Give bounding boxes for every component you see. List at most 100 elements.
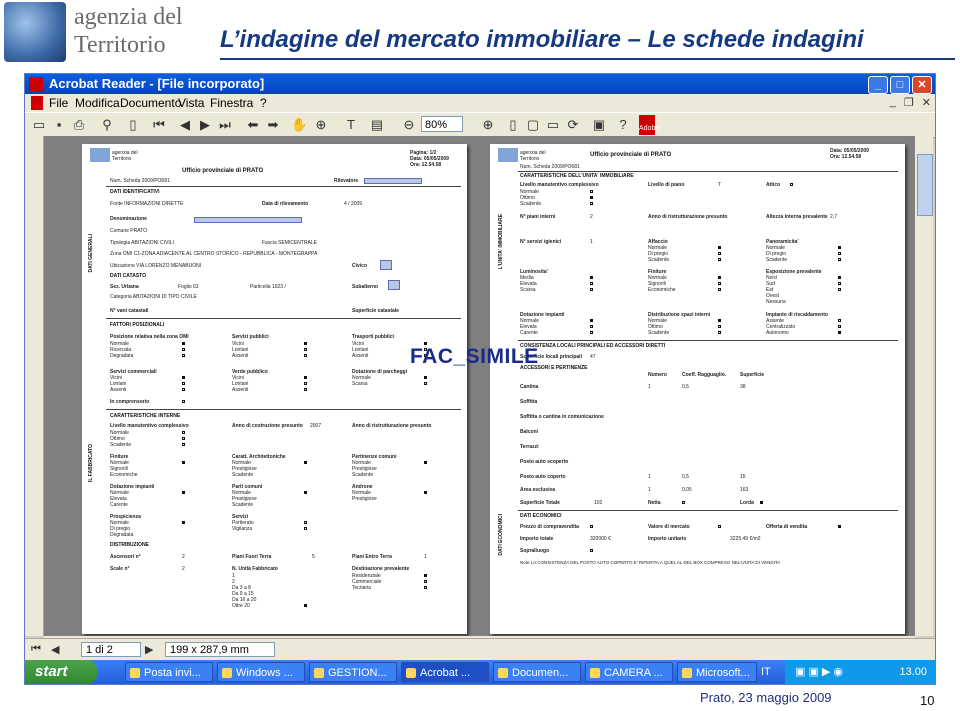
taskbar-item[interactable]: Documen... [493, 662, 581, 682]
zoom-in-icon[interactable]: ⊕ [480, 117, 496, 133]
text-select-icon[interactable]: T [343, 117, 359, 133]
prev-page-icon[interactable]: ◀ [177, 117, 193, 133]
zoom-out-icon[interactable]: ⊖ [401, 117, 417, 133]
slide-title: L’indagine del mercato immobiliare – Le … [220, 26, 864, 53]
checkbox [424, 580, 427, 583]
checkbox [182, 443, 185, 446]
p1-servizi-pubblici: Servizi pubblici [232, 334, 269, 340]
maximize-button[interactable]: □ [890, 76, 910, 94]
taskbar-item[interactable]: CAMERA ... [585, 662, 673, 682]
taskbar-item[interactable]: Posta invi... [125, 662, 213, 682]
denominazione-field [194, 217, 302, 223]
checkbox-checked [718, 246, 721, 249]
prev-page-button[interactable]: ◀ [51, 643, 59, 656]
go-back-icon[interactable]: ⬅ [245, 117, 261, 133]
tray-icons[interactable]: ▣ ▣ ▶ ◉ [795, 660, 843, 684]
rotate-icon[interactable]: ⟳ [565, 117, 581, 133]
p1-num-scheda: Num. Scheda 2009/PO681 [110, 178, 170, 184]
p2-sopralluogo: Sopralluogo [520, 548, 550, 554]
checkbox [718, 252, 721, 255]
checkbox [182, 400, 185, 403]
checkbox-checked [760, 501, 763, 504]
doc-minimize-icon[interactable]: _ [890, 96, 896, 109]
checkbox [182, 388, 185, 391]
go-forward-icon[interactable]: ➡ [265, 117, 281, 133]
p1-ora: Ora: 12.54.58 [410, 162, 442, 168]
print-icon[interactable]: ⎙ [71, 117, 87, 133]
p2-importo-unitario: Importo unitario [648, 536, 687, 542]
checkbox-checked [424, 574, 427, 577]
save-icon[interactable]: ▪ [51, 117, 67, 133]
tools-icon[interactable]: ▣ [591, 117, 607, 133]
p1-anno-costr-val: 2007 [310, 423, 322, 429]
minimize-button[interactable]: _ [868, 76, 888, 94]
p1-fattori: FATTORI POSIZIONALI [110, 322, 165, 328]
window-titlebar[interactable]: Acrobat Reader - [File incorporato] _ □ … [25, 74, 935, 94]
checkbox [424, 382, 427, 385]
taskbar-item[interactable]: GESTION... [309, 662, 397, 682]
p1-side-fabbricato: IL FABBRICATO [88, 444, 94, 483]
menu-documento[interactable]: Documento [120, 96, 181, 110]
vertical-scrollbar[interactable] [915, 136, 933, 636]
language-indicator[interactable]: IT [761, 660, 771, 684]
first-page-icon[interactable]: ⏮ [151, 117, 167, 133]
slide-number: 10 [920, 693, 935, 708]
p2-prezzo: Prezzo di compravendita [520, 524, 579, 530]
p1-piani-fuori-terra-val: 5 [312, 554, 315, 560]
rule [106, 409, 461, 410]
zoom-field[interactable]: 80% [421, 116, 463, 132]
last-page-icon[interactable]: ⏭ [217, 117, 233, 133]
p2-col-numero: Numero [648, 372, 667, 378]
p1-dati-identificativi: DATI IDENTIFICATIVI [110, 189, 160, 195]
opt: Carente [520, 330, 538, 336]
open-icon[interactable]: ▭ [31, 117, 47, 133]
doc-restore-icon[interactable]: ❐ [904, 96, 914, 109]
p2-piani-interni-val: 2 [590, 214, 593, 220]
scroll-thumb[interactable] [917, 154, 933, 216]
next-page-icon[interactable]: ▶ [197, 117, 213, 133]
bookmarks-tab[interactable] [25, 136, 44, 636]
p1-sez-urbana: Sez. Urbana [110, 284, 139, 290]
p1-dati-catasto: DATI CATASTO [110, 273, 147, 279]
hand-tool-icon[interactable]: ✋ [291, 117, 307, 133]
menu-help[interactable]: ? [260, 96, 267, 110]
checkbox-checked [304, 604, 307, 607]
checkbox [304, 348, 307, 351]
zoom-tool-icon[interactable]: ⊕ [313, 117, 329, 133]
taskbar-item[interactable]: Microsoft... [677, 662, 757, 682]
p1-piani-fuori-terra: Piani Fuori Terra [232, 554, 272, 560]
adobe-logo-icon: Adobe [639, 115, 659, 135]
document-icon [31, 96, 43, 110]
menu-modifica[interactable]: Modifica [75, 96, 120, 110]
taskbar-item-active[interactable]: Acrobat ... [401, 662, 489, 682]
next-page-button[interactable]: ▶ [145, 643, 153, 656]
page-number-field[interactable]: 1 di 2 [81, 642, 141, 657]
menu-vista[interactable]: Vista [178, 96, 204, 110]
actual-size-icon[interactable]: ▯ [505, 117, 521, 133]
p2-sup-totale-val: 102 [594, 500, 603, 506]
p1-civico: Civico [352, 263, 368, 269]
toolbar: ▭ ▪ ⎙ ⚲ ▯ ⏮ ◀ ▶ ⏭ ⬅ ➡ ✋ ⊕ T ▤ ⊖ 80% ⊕ ▯ … [25, 112, 935, 138]
slide-header: agenzia del Territorio L’indagine del me… [0, 0, 960, 64]
opt: Scadente [110, 442, 132, 448]
menu-finestra[interactable]: Finestra [210, 96, 253, 110]
find-icon[interactable]: ⚲ [99, 117, 115, 133]
p2-col-superficie: Superficie [740, 372, 765, 378]
start-button[interactable]: start [25, 660, 97, 684]
table-row: Balconi [520, 429, 539, 435]
page-logo-icon [90, 148, 110, 162]
doc-close-icon[interactable]: ✕ [922, 96, 931, 109]
fit-width-icon[interactable]: ▭ [545, 117, 561, 133]
help-icon[interactable]: ? [615, 117, 631, 133]
close-button[interactable]: ✕ [912, 76, 932, 94]
p2-side-unita: L'UNITA' IMMOBILIARE [498, 214, 504, 270]
checkbox [304, 388, 307, 391]
taskbar-item[interactable]: Windows ... [217, 662, 305, 682]
doc-window-controls: _ ❐ ✕ [890, 96, 931, 109]
page-only-icon[interactable]: ▯ [125, 117, 141, 133]
menu-file[interactable]: File [49, 96, 68, 110]
first-page-button[interactable]: ⏮ [31, 643, 41, 656]
fit-page-icon[interactable]: ▢ [525, 117, 541, 133]
column-select-icon[interactable]: ▤ [369, 117, 385, 133]
checkbox [590, 288, 593, 291]
